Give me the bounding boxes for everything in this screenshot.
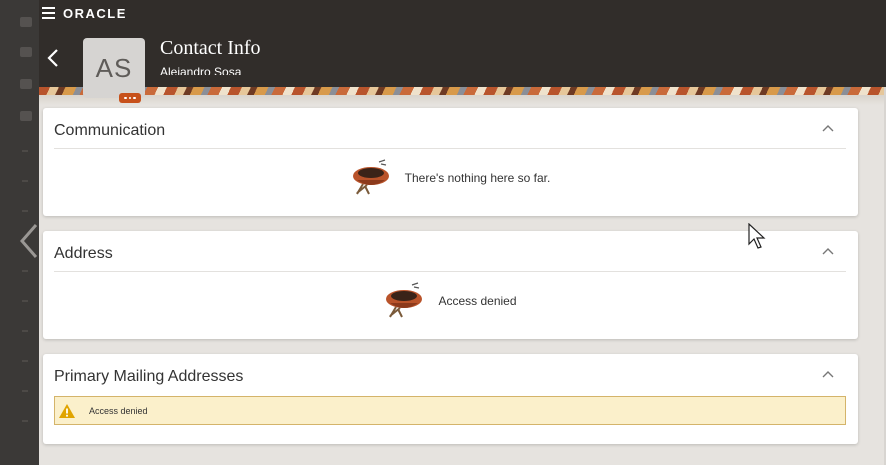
chevron-left-icon (47, 49, 58, 67)
empty-nest-icon (386, 282, 423, 318)
communication-section: Communication There's nothing here so fa… (43, 108, 858, 216)
page-header: ORACLE AS Contact Info Alejandro Sosa (39, 0, 886, 103)
empty-nest-icon (352, 159, 389, 195)
page-title: Contact Info (160, 37, 261, 59)
faint-divider (22, 360, 28, 362)
chevron-left-icon (20, 224, 38, 258)
banner-fade (39, 95, 886, 105)
mouse-cursor-icon (748, 223, 766, 249)
warning-icon (59, 403, 75, 418)
back-button[interactable] (43, 44, 63, 72)
faint-divider (22, 330, 28, 332)
faint-icon (20, 17, 32, 27)
chevron-up-icon[interactable] (820, 246, 836, 258)
faint-divider (22, 180, 28, 182)
section-title: Primary Mailing Addresses (54, 368, 244, 385)
faint-divider (22, 210, 28, 212)
section-divider (54, 148, 846, 149)
empty-state-message: Access denied (438, 294, 517, 308)
warning-message-box: Access denied (54, 396, 846, 425)
person-name: Alejandro Sosa (160, 65, 242, 75)
section-title: Address (54, 245, 113, 262)
previous-record-button[interactable] (16, 220, 42, 262)
faint-icon (20, 47, 32, 57)
section-divider (54, 271, 846, 272)
faint-divider (22, 270, 28, 272)
avatar: AS (83, 38, 145, 98)
ellipsis-icon (124, 96, 127, 100)
faint-icon (20, 79, 32, 89)
faint-divider (22, 300, 28, 302)
empty-state: There's nothing here so far. (43, 158, 858, 198)
decorative-banner (39, 87, 886, 95)
chevron-up-icon[interactable] (820, 369, 836, 381)
faint-divider (22, 390, 28, 392)
empty-state: Access denied (43, 281, 858, 321)
warning-text: Access denied (89, 405, 148, 416)
faint-icon (20, 111, 32, 121)
empty-state-message: There's nothing here so far. (404, 171, 551, 185)
primary-mailing-addresses-section: Primary Mailing Addresses Access denied (43, 354, 858, 444)
chevron-up-icon[interactable] (820, 123, 836, 135)
avatar-more-button[interactable] (119, 93, 141, 103)
oracle-logo: ORACLE (63, 6, 127, 21)
hamburger-icon[interactable] (42, 7, 55, 19)
faint-divider (22, 150, 28, 152)
faint-divider (22, 420, 28, 422)
address-section: Address Access denied (43, 231, 858, 339)
section-title: Communication (54, 122, 166, 139)
